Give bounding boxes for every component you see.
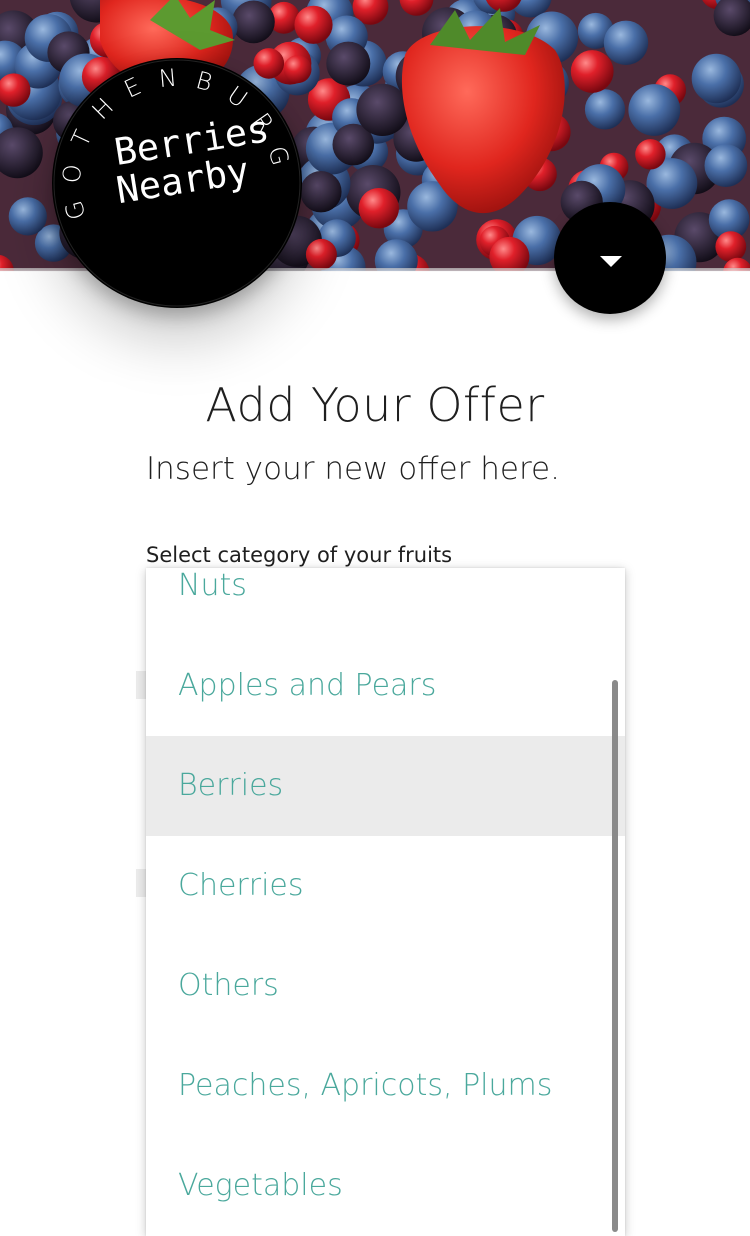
logo-city-letter: E <box>120 72 146 104</box>
category-label: Select category of your fruits <box>146 543 453 567</box>
berry-shape <box>715 231 747 262</box>
berry-shape <box>326 41 371 86</box>
berry-shape <box>358 188 399 229</box>
berry-shape <box>584 89 626 130</box>
add-offer-page: GOTHENBURG Berries Nearby Add Your Offer… <box>0 0 750 1236</box>
category-option-nuts[interactable]: Nuts <box>146 568 625 636</box>
berry-shape <box>294 5 333 44</box>
logo-city-letter: N <box>158 64 178 93</box>
berry-shape <box>691 53 742 104</box>
berry-shape <box>570 50 614 93</box>
berry-shape <box>635 139 666 170</box>
berry-shape <box>305 238 337 270</box>
category-option-vegetables[interactable]: Vegetables <box>146 1136 625 1236</box>
berries-nearby-logo[interactable]: GOTHENBURG Berries Nearby <box>52 58 302 308</box>
berry-shape <box>300 171 342 213</box>
category-option-cherries[interactable]: Cherries <box>146 836 625 936</box>
category-option-berries[interactable]: Berries <box>146 736 625 836</box>
logo-city-letter: B <box>193 66 215 97</box>
berry-shape <box>704 144 748 188</box>
page-title: Add Your Offer <box>205 378 545 432</box>
dropdown-scrollbar[interactable] <box>612 680 618 1232</box>
berry-shape <box>603 20 649 65</box>
berry-shape <box>8 197 47 236</box>
berry-shape <box>628 84 681 136</box>
category-option-peaches-apricots-plums[interactable]: Peaches, Apricots, Plums <box>146 1036 625 1136</box>
caret-down-icon <box>600 256 622 267</box>
logo-city-letter: H <box>87 93 120 126</box>
berry-shape <box>356 83 409 136</box>
logo-city-letter: G <box>60 198 92 223</box>
menu-toggle-button[interactable] <box>554 202 666 314</box>
category-dropdown-menu[interactable]: Nuts Apples and Pears Berries Cherries O… <box>146 568 625 1236</box>
category-options-list: Nuts Apples and Pears Berries Cherries O… <box>146 568 625 1236</box>
berry-shape <box>232 0 275 44</box>
category-option-apples-and-pears[interactable]: Apples and Pears <box>146 636 625 736</box>
logo-city-letter: O <box>58 163 88 184</box>
logo-city-letter: U <box>222 80 252 113</box>
page-subtitle: Insert your new offer here. <box>146 451 560 487</box>
category-option-others[interactable]: Others <box>146 936 625 1036</box>
